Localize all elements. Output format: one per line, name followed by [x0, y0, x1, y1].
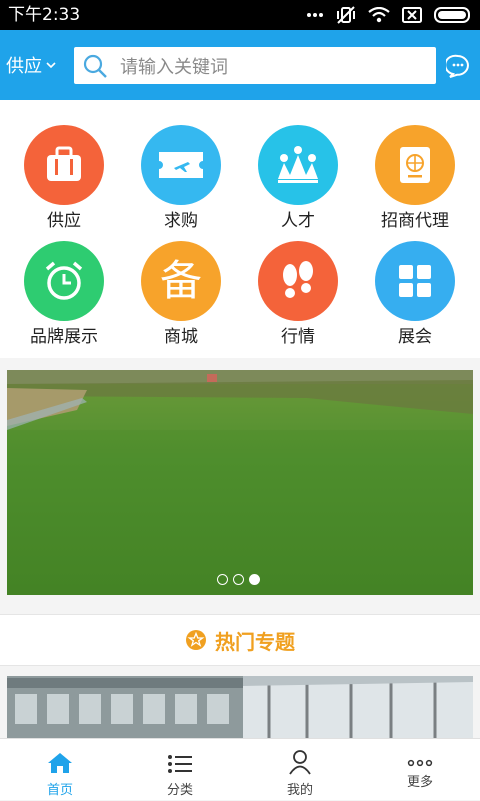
footprints-icon	[258, 241, 338, 321]
tab-label: 首页	[46, 783, 73, 798]
category-supply[interactable]: 供应	[6, 125, 122, 231]
status-bar: 下午2:33	[0, 0, 480, 30]
mall-icon-glyph: 备	[159, 256, 202, 305]
wifi-icon	[368, 7, 390, 23]
chevron-down-icon	[46, 61, 56, 68]
search-placeholder: 请输入关键词	[120, 56, 228, 78]
carousel-indicators	[217, 574, 260, 585]
more-dots-status-icon	[307, 13, 323, 17]
grid-icon	[375, 241, 455, 321]
no-sim-icon	[402, 7, 422, 23]
city-selector[interactable]: 供应	[6, 52, 56, 78]
chat-bubble-icon	[444, 54, 469, 78]
category-label: 商城	[164, 327, 198, 347]
status-time: 下午2:33	[8, 5, 81, 25]
category-label: 人才	[281, 211, 315, 231]
crown-people-icon	[258, 125, 338, 205]
category-mall[interactable]: 备 商城	[123, 241, 239, 347]
category-expo[interactable]: 展会	[357, 241, 473, 347]
tab-mine[interactable]: 我的	[240, 739, 360, 801]
home-icon	[0, 739, 120, 775]
tab-label: 我的	[286, 783, 313, 798]
list-icon	[120, 739, 240, 775]
category-purchase[interactable]: 求购	[123, 125, 239, 231]
topic-photo[interactable]	[7, 676, 473, 738]
search-icon	[83, 54, 107, 78]
status-icons	[306, 6, 472, 24]
person-icon	[240, 739, 360, 775]
category-agency[interactable]: 招商代理	[357, 125, 473, 231]
category-market[interactable]: 行情	[240, 241, 356, 347]
carousel-dot-active[interactable]	[249, 574, 260, 585]
category-label: 供应	[47, 211, 81, 231]
more-dots-icon	[360, 739, 480, 767]
greenhouse-photo-image	[7, 676, 473, 738]
bei-character-icon: 备	[141, 241, 221, 321]
star-circle-icon	[186, 630, 206, 650]
header-bar: 供应 请输入关键词	[0, 30, 480, 100]
lawn-banner-image	[7, 370, 473, 595]
tab-label: 更多	[406, 775, 433, 790]
city-label: 供应	[6, 56, 42, 77]
hot-topics-header: 热门专题	[0, 614, 480, 666]
briefcase-icon	[24, 125, 104, 205]
category-label: 行情	[281, 327, 315, 347]
bottom-tab-bar: 首页 分类 我的 更多	[0, 738, 480, 800]
tab-home[interactable]: 首页	[0, 739, 120, 801]
passport-icon	[375, 125, 455, 205]
vibrate-icon	[337, 6, 355, 24]
category-grid: 供应 求购 人才 招商代理 品牌展示 备 商城 行情 展会	[0, 100, 480, 358]
tab-label: 分类	[166, 783, 193, 798]
section-title: 热门专题	[215, 629, 295, 654]
tab-more[interactable]: 更多	[360, 739, 480, 801]
category-label: 品牌展示	[30, 327, 98, 347]
category-brand[interactable]: 品牌展示	[6, 241, 122, 347]
category-label: 展会	[398, 327, 432, 347]
category-label: 求购	[164, 211, 198, 231]
category-talent[interactable]: 人才	[240, 125, 356, 231]
category-label: 招商代理	[381, 211, 449, 231]
carousel-dot[interactable]	[233, 574, 244, 585]
carousel-dot[interactable]	[217, 574, 228, 585]
alarm-clock-icon	[24, 241, 104, 321]
banner-carousel[interactable]	[7, 370, 473, 595]
message-button[interactable]	[444, 54, 470, 82]
ticket-plane-icon	[141, 125, 221, 205]
search-input[interactable]: 请输入关键词	[74, 47, 436, 84]
tab-category[interactable]: 分类	[120, 739, 240, 801]
battery-icon	[434, 7, 470, 23]
